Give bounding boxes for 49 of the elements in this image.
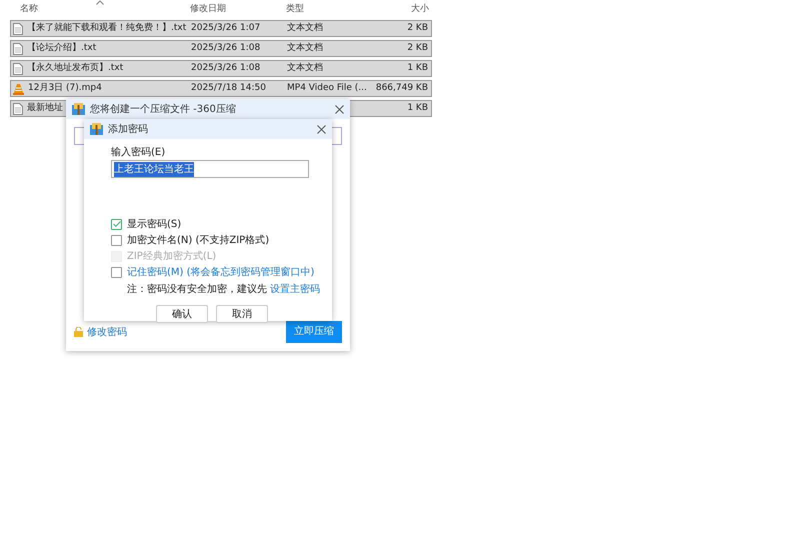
modified-date: 2025/7/18 14:50 [191, 82, 266, 93]
file-row[interactable]: 【永久地址发布页】.txt 2025/3/26 1:08 文本文档 1 KB [10, 60, 432, 77]
lock-icon [74, 327, 83, 337]
document-icon [13, 42, 23, 54]
file-row[interactable]: 12月3日 (7).mp4 2025/7/18 14:50 MP4 Video File (... 866,749 KB [10, 80, 432, 97]
document-icon [13, 62, 23, 74]
file-name: 【来了就能下载和观看！纯免费！】.txt [27, 22, 186, 35]
document-icon [13, 102, 23, 114]
file-size: 2 KB [407, 22, 428, 33]
file-row[interactable]: 【来了就能下载和观看！纯免费！】.txt 2025/3/26 1:07 文本文档 2 KB [10, 20, 432, 37]
column-header[interactable]: 类型 [286, 4, 304, 14]
file-size: 1 KB [407, 62, 428, 73]
modified-date: 2025/3/26 1:08 [191, 42, 260, 53]
checkmark-icon [112, 221, 120, 227]
window-title: 您将创建一个压缩文件 -360压缩 [90, 102, 237, 116]
checkbox-option[interactable]: 加密文件名(N) (不支持ZIP格式) [111, 232, 332, 248]
file-size: 2 KB [407, 42, 428, 53]
change-password-link[interactable]: 修改密码 [87, 324, 127, 340]
file-name: 【论坛介绍】.txt [27, 42, 96, 55]
note-text: 注：密码没有安全加密，建议先 设置主密码 [127, 282, 322, 297]
file-row[interactable]: 【论坛介绍】.txt 2025/3/26 1:08 文本文档 2 KB [10, 40, 432, 57]
file-name: 【永久地址发布页】.txt [27, 62, 124, 75]
document-icon [13, 22, 23, 34]
file-name: 最新地址 [27, 102, 63, 115]
set-master-password-link[interactable]: 设置主密码 [270, 284, 320, 295]
close-button[interactable] [335, 104, 344, 114]
modified-date: 2025/3/26 1:07 [191, 22, 260, 33]
column-header[interactable]: 大小 [411, 4, 429, 14]
file-type: MP4 Video File (... [287, 82, 367, 93]
close-button[interactable] [317, 124, 326, 134]
column-header[interactable]: 名称 [20, 4, 38, 14]
confirm-button[interactable]: 确认 [156, 305, 208, 323]
checkbox-option[interactable]: 显示密码(S) [111, 216, 332, 232]
traffic-cone-icon [13, 82, 24, 94]
archive-icon [72, 103, 85, 115]
column-header[interactable]: 修改日期 [190, 4, 226, 14]
file-type: 文本文档 [287, 22, 323, 33]
checkbox-option[interactable]: 记住密码(M) (将会备忘到密码管理窗口中) [111, 264, 332, 280]
file-size: 1 KB [407, 102, 428, 113]
field-label: 输入密码(E) [111, 146, 166, 160]
file-type: 文本文档 [287, 62, 323, 73]
archive-icon [90, 123, 103, 135]
file-size: 866,749 KB [376, 82, 428, 93]
dialog-title: 添加密码 [108, 122, 149, 136]
password-field[interactable]: 上老王论坛当老王 [111, 160, 309, 178]
file-name: 12月3日 (7).mp4 [28, 82, 102, 95]
file-type: 文本文档 [287, 42, 323, 53]
cancel-button[interactable]: 取消 [216, 305, 268, 323]
modified-date: 2025/3/26 1:08 [191, 62, 260, 73]
